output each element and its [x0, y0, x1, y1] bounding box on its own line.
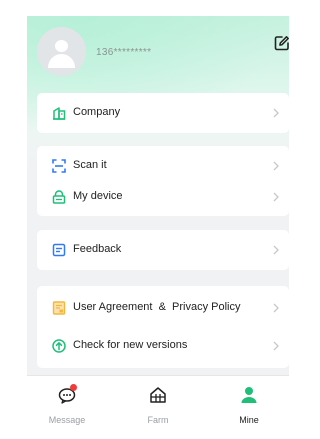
device-icon	[52, 190, 66, 204]
app-screen: 136********* Company Scan it My device F…	[27, 16, 289, 434]
tab-mine-label: Mine	[239, 415, 259, 425]
tab-farm-label: Farm	[147, 415, 169, 425]
avatar-head	[55, 40, 68, 52]
menu-item-device[interactable]: My device	[37, 187, 289, 207]
device-card: Scan it My device	[37, 146, 289, 216]
chevron-right-icon	[273, 303, 279, 313]
tab-message[interactable]: Message	[37, 376, 97, 434]
tab-mine[interactable]: Mine	[219, 376, 279, 434]
company-card: Company	[37, 93, 289, 133]
menu-item-update[interactable]: Check for new versions	[37, 336, 289, 356]
document-icon	[52, 301, 66, 315]
tab-message-label: Message	[48, 415, 86, 425]
menu-item-update-label: Check for new versions	[73, 339, 188, 351]
company-icon	[53, 107, 66, 120]
avatar[interactable]	[37, 27, 86, 76]
about-card: User Agreement & Privacy Policy Check fo…	[37, 286, 289, 368]
edit-icon[interactable]	[274, 35, 289, 51]
avatar-shoulders	[48, 54, 75, 68]
menu-item-agreement-label: User Agreement & Privacy Policy	[73, 301, 241, 313]
menu-item-device-label: My device	[73, 190, 123, 202]
chevron-right-icon	[273, 108, 279, 118]
user-icon	[241, 387, 257, 403]
menu-item-company[interactable]: Company	[37, 103, 289, 123]
chevron-right-icon	[273, 245, 279, 255]
bottom-tab-bar: Message Farm Mine	[27, 375, 289, 434]
chevron-right-icon	[273, 161, 279, 171]
scan-icon	[52, 159, 66, 173]
tab-farm[interactable]: Farm	[128, 376, 188, 434]
menu-item-scan-label: Scan it	[73, 159, 107, 171]
menu-item-agreement[interactable]: User Agreement & Privacy Policy	[37, 298, 289, 318]
chevron-right-icon	[273, 192, 279, 202]
notification-badge	[70, 384, 77, 391]
feedback-icon	[52, 243, 66, 257]
menu-item-scan[interactable]: Scan it	[37, 156, 289, 176]
chevron-right-icon	[273, 341, 279, 351]
menu-item-company-label: Company	[73, 106, 121, 118]
farm-icon	[150, 387, 166, 403]
menu-item-feedback[interactable]: Feedback	[37, 240, 289, 260]
menu-item-feedback-label: Feedback	[73, 243, 122, 255]
feedback-card: Feedback	[37, 230, 289, 270]
phone-number: 136*********	[96, 47, 152, 58]
upload-icon	[52, 339, 66, 353]
